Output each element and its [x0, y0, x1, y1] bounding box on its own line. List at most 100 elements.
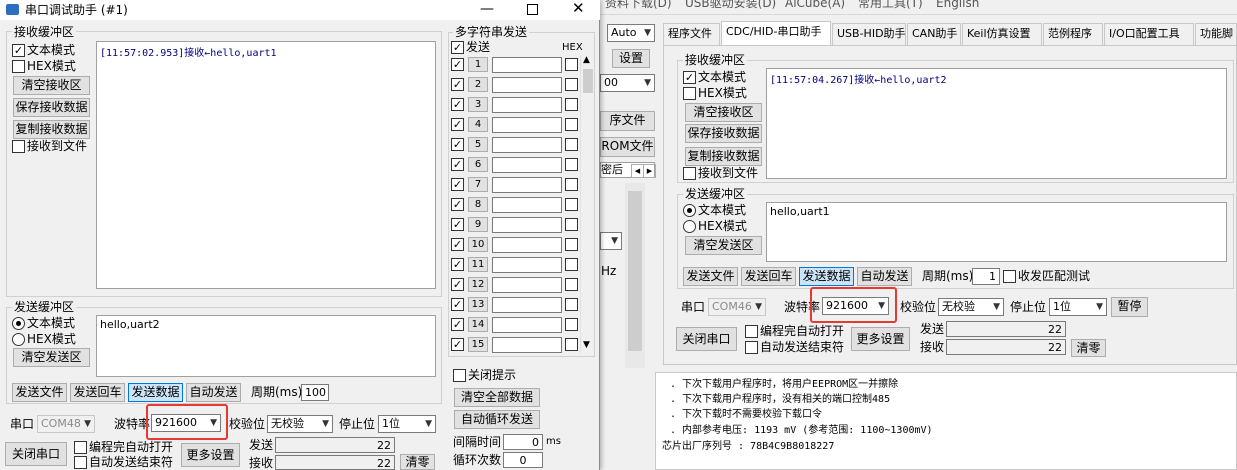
- loop-count-input[interactable]: 0: [503, 452, 543, 468]
- multi-row-send-button[interactable]: 1: [468, 57, 488, 72]
- multi-row-send-button[interactable]: 3: [468, 97, 488, 112]
- save-receive-button[interactable]: 保存接收数据: [13, 98, 90, 117]
- send-data-button[interactable]: 发送数据: [128, 383, 183, 402]
- rx-hex-mode-checkbox[interactable]: [683, 87, 696, 100]
- match-test-checkbox[interactable]: [1003, 270, 1016, 283]
- multi-row-input[interactable]: [492, 157, 562, 173]
- multi-row-hex-checkbox[interactable]: [565, 178, 578, 191]
- multi-row-checkbox[interactable]: ✓: [451, 98, 464, 111]
- multi-row-hex-checkbox[interactable]: [565, 98, 578, 111]
- multi-row-send-button[interactable]: 10: [468, 237, 488, 252]
- tx-hex-mode-radio[interactable]: [12, 333, 25, 346]
- multi-row-hex-checkbox[interactable]: [565, 198, 578, 211]
- tx-hex-mode-radio[interactable]: [683, 220, 696, 233]
- spin-right-icon[interactable]: ▶: [643, 164, 656, 178]
- multi-row-input[interactable]: [492, 237, 562, 253]
- multi-row-checkbox[interactable]: ✓: [451, 238, 464, 251]
- secret-field[interactable]: 密后 ◀ ▶: [600, 162, 656, 178]
- multi-row-send-button[interactable]: 13: [468, 297, 488, 312]
- multi-row-hex-checkbox[interactable]: [565, 238, 578, 251]
- multi-row-input[interactable]: [492, 297, 562, 313]
- multi-row-input[interactable]: [492, 177, 562, 193]
- maximize-icon[interactable]: [527, 4, 538, 15]
- rx-text-mode-checkbox[interactable]: ✓: [683, 71, 696, 84]
- stopbit-select[interactable]: 1位 ▼: [1049, 298, 1107, 316]
- copy-receive-button[interactable]: 复制接收数据: [13, 120, 90, 139]
- send-file-button[interactable]: 发送文件: [683, 267, 738, 286]
- multi-row-send-button[interactable]: 15: [468, 337, 488, 352]
- send-return-button[interactable]: 发送回车: [741, 267, 796, 286]
- tx-text-mode-radio[interactable]: [12, 317, 25, 330]
- combo-00[interactable]: 00 ▼: [600, 74, 655, 92]
- pause-button[interactable]: 暂停: [1111, 297, 1148, 317]
- log-panel[interactable]: . 下次下载用户程序时，将用户EEPROM区一并擦除 . 下次下载用户程序时，没…: [655, 372, 1237, 470]
- clear-count-button[interactable]: 清零: [400, 454, 435, 470]
- multi-row-send-button[interactable]: 5: [468, 137, 488, 152]
- minimize-icon[interactable]: —: [480, 2, 494, 16]
- multi-row-input[interactable]: [492, 197, 562, 213]
- receive-textarea[interactable]: [11:57:02.953]接收←hello,uart1: [96, 41, 436, 289]
- port-select[interactable]: COM46 ▼: [708, 298, 766, 316]
- parity-select[interactable]: 无校验 ▼: [938, 298, 1004, 316]
- rom-file-button[interactable]: ROM文件: [600, 137, 655, 157]
- tx-text-mode-radio[interactable]: [683, 204, 696, 217]
- clear-send-button[interactable]: 清空发送区: [685, 236, 762, 255]
- tab-usb-hid[interactable]: USB-HID助手: [832, 23, 906, 45]
- multi-row-checkbox[interactable]: ✓: [451, 158, 464, 171]
- tab-cdc-hid-serial[interactable]: CDC/HID-串口助手: [721, 21, 831, 46]
- multi-row-hex-checkbox[interactable]: [565, 278, 578, 291]
- auto-open-checkbox[interactable]: [74, 441, 87, 454]
- multi-row-send-button[interactable]: 9: [468, 217, 488, 232]
- multi-row-input[interactable]: [492, 117, 562, 133]
- send-file-button[interactable]: 发送文件: [12, 383, 67, 402]
- multi-row-send-button[interactable]: 2: [468, 77, 488, 92]
- multi-row-hex-checkbox[interactable]: [565, 338, 578, 351]
- rx-text-mode-checkbox[interactable]: ✓: [12, 44, 25, 57]
- save-receive-button[interactable]: 保存接收数据: [685, 124, 762, 143]
- multi-row-hex-checkbox[interactable]: [565, 78, 578, 91]
- multi-row-hex-checkbox[interactable]: [565, 138, 578, 151]
- multi-row-input[interactable]: [492, 337, 562, 353]
- close-icon[interactable]: ✕: [572, 1, 585, 16]
- multi-row-input[interactable]: [492, 317, 562, 333]
- multi-row-checkbox[interactable]: ✓: [451, 138, 464, 151]
- multi-row-input[interactable]: [492, 217, 562, 233]
- menu-item-download[interactable]: 资料下载(D): [605, 0, 672, 10]
- clear-receive-button[interactable]: 清空接收区: [13, 76, 90, 95]
- tab-keil[interactable]: Keil仿真设置: [962, 23, 1042, 45]
- more-settings-button[interactable]: 更多设置: [181, 443, 240, 467]
- close-tip-checkbox[interactable]: [453, 369, 466, 382]
- menu-item-aicube[interactable]: AiCube(A): [785, 0, 845, 10]
- scroll-up-icon[interactable]: ▲: [583, 55, 590, 65]
- send-textarea[interactable]: hello,uart1: [766, 202, 1227, 262]
- multi-row-send-button[interactable]: 11: [468, 257, 488, 272]
- title-bar[interactable]: 串口调试助手 (#1) — ✕: [0, 0, 600, 20]
- menu-item-usb-driver[interactable]: USB驱动安装(D): [685, 0, 776, 10]
- clear-all-data-button[interactable]: 清空全部数据: [454, 388, 540, 407]
- multi-row-send-button[interactable]: 14: [468, 317, 488, 332]
- clear-count-button[interactable]: 清零: [1071, 339, 1106, 357]
- multi-row-checkbox[interactable]: ✓: [451, 198, 464, 211]
- multi-row-send-button[interactable]: 8: [468, 197, 488, 212]
- multi-row-send-button[interactable]: 4: [468, 117, 488, 132]
- multi-send-scrollbar[interactable]: ▲ ▼: [580, 55, 594, 353]
- send-return-button[interactable]: 发送回车: [70, 383, 125, 402]
- multi-row-checkbox[interactable]: ✓: [451, 258, 464, 271]
- multi-row-send-button[interactable]: 6: [468, 157, 488, 172]
- multi-row-checkbox[interactable]: ✓: [451, 338, 464, 351]
- multi-row-input[interactable]: [492, 57, 562, 73]
- multi-row-hex-checkbox[interactable]: [565, 118, 578, 131]
- left-column-scrollbar[interactable]: [625, 183, 645, 368]
- multi-row-checkbox[interactable]: ✓: [451, 218, 464, 231]
- scroll-down-icon[interactable]: ▼: [583, 340, 590, 350]
- multi-row-hex-checkbox[interactable]: [565, 298, 578, 311]
- period-input[interactable]: 100: [301, 384, 329, 401]
- tab-io-config[interactable]: I/O口配置工具: [1104, 23, 1194, 45]
- interval-input[interactable]: 0: [503, 434, 543, 450]
- multi-row-hex-checkbox[interactable]: [565, 318, 578, 331]
- menu-item-tools[interactable]: 常用工具(T): [858, 0, 923, 10]
- combo-hidden[interactable]: ▼: [600, 232, 622, 250]
- multi-row-hex-checkbox[interactable]: [565, 158, 578, 171]
- auto-send-button[interactable]: 自动发送: [857, 267, 912, 286]
- multi-row-input[interactable]: [492, 97, 562, 113]
